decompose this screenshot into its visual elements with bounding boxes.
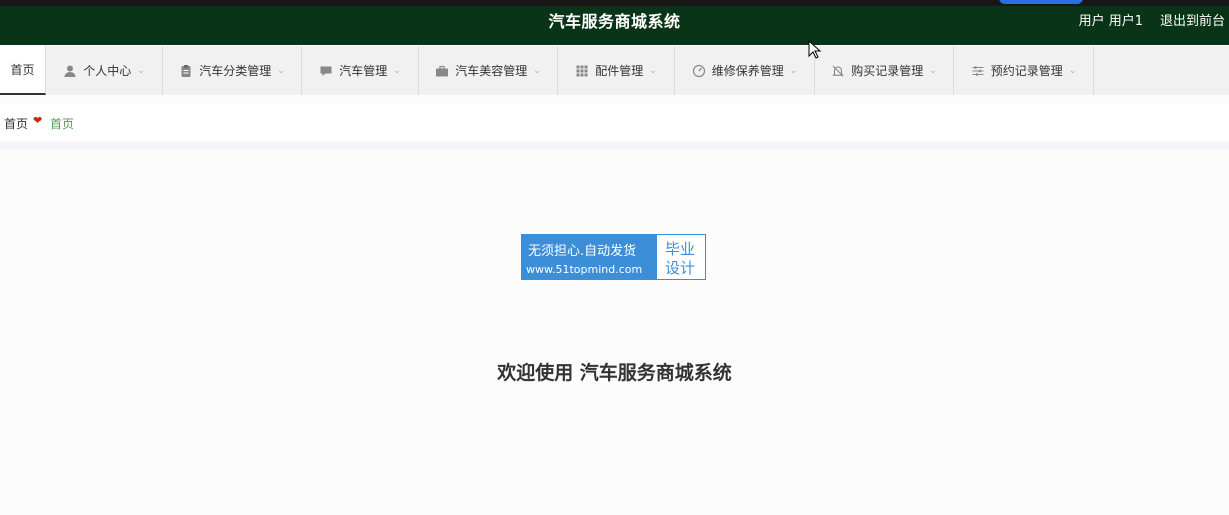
- stamp-line1: 无须担心.自动发货: [528, 244, 637, 259]
- main-content: [0, 150, 1229, 515]
- nav-item-label: 购买记录管理: [851, 64, 924, 78]
- section-divider: [0, 142, 1229, 150]
- sliders-icon: [972, 65, 984, 76]
- nav-item-label: 预约记录管理: [990, 64, 1063, 78]
- chevron-down-icon: ⌄: [1068, 65, 1077, 76]
- nav-item-car-beauty[interactable]: 汽车美容管理 ⌄: [419, 46, 558, 95]
- chevron-down-icon: ⌄: [533, 65, 541, 76]
- nav-item-label: 汽车分类管理: [199, 64, 272, 78]
- chevron-down-icon: ⌄: [137, 65, 145, 76]
- breadcrumb: 首页 ❤ 首页: [0, 103, 1229, 141]
- person-icon: [64, 65, 76, 77]
- app-title: 汽车服务商城系统: [548, 12, 681, 31]
- nav-item-label: 汽车美容管理: [455, 64, 528, 78]
- chevron-down-icon: ⌄: [393, 65, 401, 76]
- app-header: 汽车服务商城系统 用户 用户1 退出到前台: [0, 6, 1229, 45]
- promo-stamp: 无须担心.自动发货 www.51topmind.com 毕业 设计: [521, 234, 706, 280]
- gauge-icon: [692, 64, 705, 77]
- bell-off-icon: [832, 65, 844, 76]
- breadcrumb-current: 首页: [50, 117, 75, 131]
- chevron-down-icon: ⌄: [649, 65, 657, 76]
- stamp-right1: 毕业: [665, 240, 696, 258]
- nav-item-home[interactable]: 首页: [0, 46, 46, 95]
- chevron-down-icon: ⌄: [277, 65, 285, 76]
- grid-icon: [576, 65, 588, 76]
- nav-item-car-management[interactable]: 汽车管理 ⌄: [302, 46, 419, 95]
- logout-link[interactable]: 退出到前台: [1160, 6, 1225, 38]
- nav-item-purchase-records[interactable]: 购买记录管理 ⌄: [815, 46, 954, 95]
- chevron-down-icon: ⌄: [789, 65, 798, 76]
- nav-item-label: 首页: [10, 63, 35, 77]
- nav-item-label: 维修保养管理: [711, 64, 784, 78]
- stamp-right2: 设计: [665, 259, 696, 277]
- nav-item-maintenance[interactable]: 维修保养管理 ⌄: [675, 46, 815, 95]
- heart-icon: ❤: [33, 114, 43, 127]
- chat-icon: [320, 66, 332, 76]
- nav-item-label: 个人中心: [83, 64, 132, 78]
- current-user: 用户 用户1: [1078, 14, 1143, 29]
- chevron-down-icon: ⌄: [929, 65, 937, 76]
- nav-item-label: 配件管理: [595, 64, 644, 78]
- briefcase-icon: [436, 65, 449, 76]
- welcome-message: 欢迎使用 汽车服务商城系统: [497, 362, 732, 384]
- nav-item-car-category[interactable]: 汽车分类管理 ⌄: [163, 46, 302, 95]
- nav-item-label: 汽车管理: [339, 64, 388, 78]
- clipboard-icon: [181, 64, 191, 77]
- stamp-line2: www.51topmind.com: [526, 263, 643, 276]
- nav-item-parts[interactable]: 配件管理 ⌄: [558, 46, 675, 95]
- stamp-left-block: 无须担心.自动发货 www.51topmind.com: [522, 235, 657, 279]
- nav-item-booking-records[interactable]: 预约记录管理 ⌄: [954, 46, 1094, 95]
- mouse-cursor-icon: [808, 40, 822, 59]
- nav-item-personal-center[interactable]: 个人中心 ⌄: [46, 46, 163, 95]
- top-nav: 首页 个人中心 ⌄ 汽车分类管理 ⌄ 汽车管理 ⌄ 汽车美容管理 ⌄ 配件管理 …: [0, 46, 1229, 95]
- breadcrumb-home[interactable]: 首页: [4, 115, 28, 132]
- notification-pill: [999, 0, 1083, 4]
